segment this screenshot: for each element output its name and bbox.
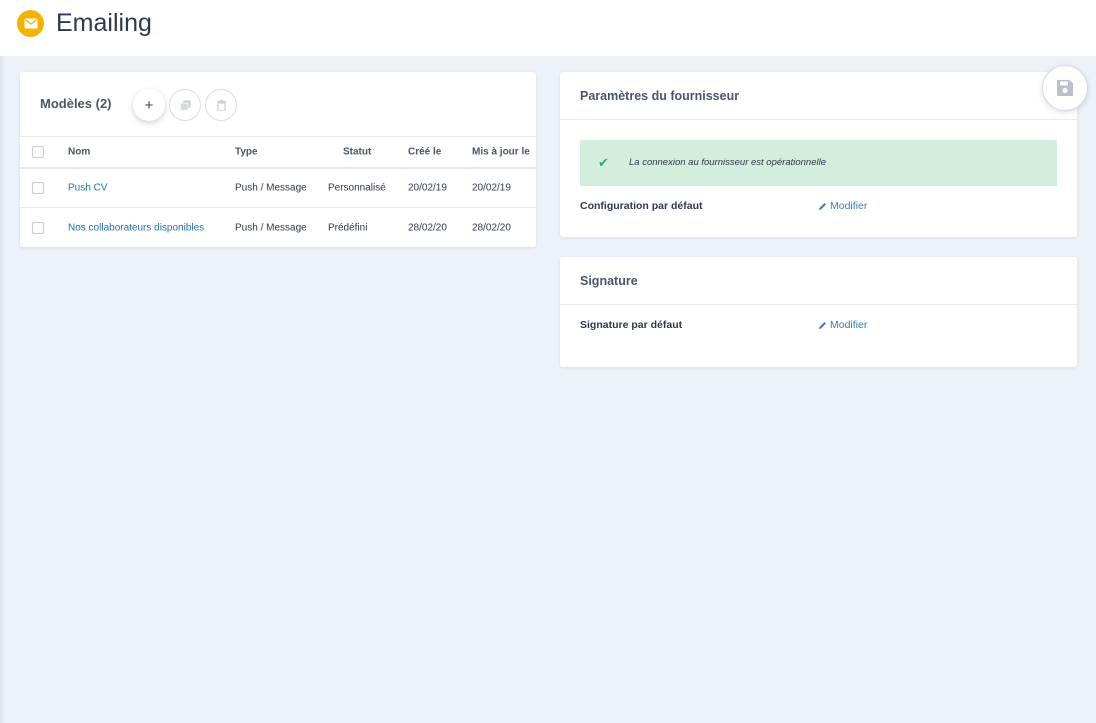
page-title: Emailing (56, 9, 152, 37)
model-created: 20/02/19 (408, 182, 447, 194)
left-shadow (0, 56, 6, 723)
default-signature-label: Signature par défaut (580, 319, 683, 331)
signature-card-title: Signature (580, 274, 638, 288)
duplicate-model-button[interactable] (169, 89, 201, 121)
model-created: 28/02/20 (408, 222, 447, 233)
default-config-label: Configuration par défaut (580, 200, 703, 212)
connection-status-alert: ✔ La connexion au fournisseur est opérat… (580, 140, 1057, 186)
models-table: Nom Type Statut Créé le Mis à jour le Pu… (20, 136, 536, 247)
table-row: Nos collaborateurs disponibles Push / Me… (20, 208, 536, 247)
signature-card: Signature Signature par défaut Modifier (560, 257, 1077, 367)
model-updated: 20/02/19 (472, 182, 511, 194)
add-model-button[interactable]: + (133, 89, 165, 121)
modify-signature-link[interactable]: Modifier (818, 319, 867, 331)
column-header-created[interactable]: Créé le (408, 147, 441, 158)
pencil-icon (819, 202, 826, 210)
column-header-updated[interactable]: Mis à jour le (472, 147, 530, 158)
pencil-icon (819, 321, 826, 329)
row-checkbox[interactable] (32, 221, 44, 234)
column-header-status[interactable]: Statut (343, 147, 371, 158)
model-updated: 28/02/20 (472, 222, 511, 233)
save-button[interactable] (1042, 65, 1088, 111)
provider-card-title: Paramètres du fournisseur (580, 89, 740, 103)
top-bar: Emailing (0, 0, 1096, 56)
model-name-link[interactable]: Nos collaborateurs disponibles (68, 222, 204, 233)
copy-icon (179, 100, 190, 111)
signature-card-header: Signature (560, 257, 1077, 305)
trash-icon (216, 99, 226, 111)
envelope-icon (17, 10, 44, 37)
plus-icon: + (144, 96, 154, 114)
provider-settings-card: Paramètres du fournisseur ✔ La connexion… (560, 72, 1077, 237)
modify-config-link[interactable]: Modifier (818, 200, 867, 212)
modify-config-label: Modifier (830, 200, 868, 212)
delete-model-button[interactable] (205, 89, 237, 121)
table-header: Nom Type Statut Créé le Mis à jour le (20, 136, 536, 169)
check-icon: ✔ (598, 155, 609, 170)
column-header-type[interactable]: Type (235, 147, 258, 158)
model-status: Personnalisé (328, 182, 386, 194)
connection-status-text: La connexion au fournisseur est opératio… (629, 157, 826, 168)
models-card: Modèles (2) + Nom Type Statut Créé le Mi… (20, 72, 536, 247)
modify-signature-label: Modifier (830, 319, 868, 331)
model-status: Prédéfini (328, 222, 368, 233)
model-name-link[interactable]: Push CV (68, 183, 107, 194)
model-type: Push / Message (235, 222, 307, 233)
floppy-disk-icon (1057, 80, 1073, 96)
select-all-checkbox[interactable] (32, 146, 44, 158)
model-type: Push / Message (235, 182, 307, 194)
table-row: Push CV Push / Message Personnalisé 20/0… (20, 169, 536, 208)
column-header-name[interactable]: Nom (68, 147, 90, 158)
provider-card-header: Paramètres du fournisseur (560, 72, 1077, 120)
row-checkbox[interactable] (32, 182, 44, 194)
models-title: Modèles (2) (40, 96, 112, 111)
